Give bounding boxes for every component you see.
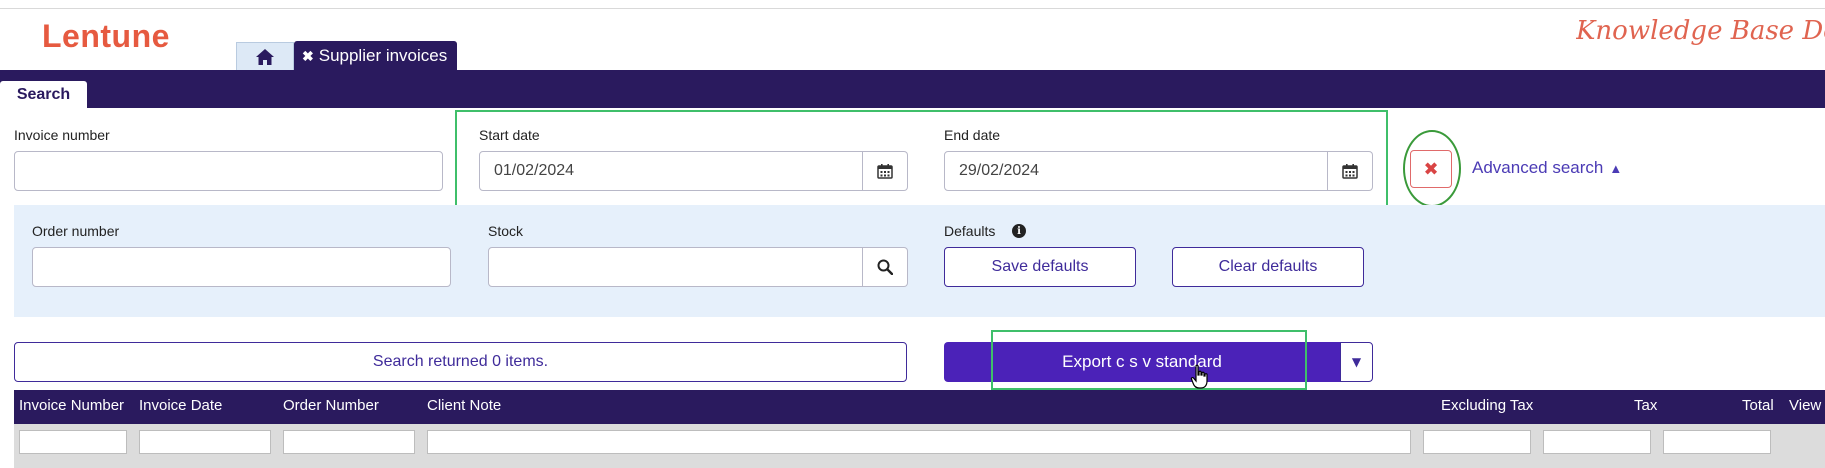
save-defaults-button[interactable]: Save defaults — [944, 247, 1136, 287]
filter-invoice-number[interactable] — [19, 430, 127, 454]
home-icon — [256, 48, 274, 65]
export-button-highlight — [991, 330, 1307, 390]
invoice-number-input[interactable] — [14, 151, 443, 191]
order-number-label: Order number — [32, 223, 120, 239]
stock-search-button[interactable] — [863, 247, 908, 287]
brand-tagline: Knowledge Base Demo — [1576, 16, 1825, 46]
hand-cursor-icon — [1190, 364, 1208, 389]
filter-tax[interactable] — [1543, 430, 1651, 454]
order-number-input[interactable] — [32, 247, 451, 287]
column-excluding-tax[interactable]: Excluding Tax — [1441, 397, 1533, 414]
filter-total[interactable] — [1663, 430, 1771, 454]
tab-search[interactable]: Search — [0, 81, 87, 108]
search-icon — [877, 259, 893, 275]
column-total[interactable]: Total — [1742, 397, 1774, 414]
close-icon[interactable]: ✖ — [302, 48, 314, 65]
column-tax[interactable]: Tax — [1634, 397, 1657, 414]
nav-bar — [0, 70, 1825, 108]
column-client-note[interactable]: Client Note — [427, 397, 501, 414]
clear-button-highlight — [1403, 130, 1461, 207]
advanced-search-toggle[interactable]: Advanced search ▲ — [1472, 158, 1622, 178]
stock-input[interactable] — [488, 247, 863, 287]
invoice-number-label: Invoice number — [14, 127, 110, 143]
column-view[interactable]: View — [1789, 397, 1821, 414]
tab-label: Supplier invoices — [318, 46, 448, 65]
caret-down-icon: ▼ — [1351, 355, 1362, 369]
column-invoice-number[interactable]: Invoice Number — [19, 397, 124, 414]
tab-supplier-invoices[interactable]: ✖ Supplier invoices — [294, 41, 457, 71]
column-order-number[interactable]: Order Number — [283, 397, 379, 414]
tab-home[interactable] — [236, 42, 294, 70]
date-range-highlight — [455, 110, 1388, 211]
app-logo: Lentune — [42, 18, 170, 54]
filter-excluding-tax[interactable] — [1423, 430, 1531, 454]
top-divider — [0, 8, 1825, 9]
stock-label: Stock — [488, 223, 524, 239]
info-icon[interactable]: i — [1012, 224, 1026, 238]
filter-client-note[interactable] — [427, 430, 1411, 454]
filter-invoice-date[interactable] — [139, 430, 271, 454]
advanced-search-label: Advanced search — [1472, 158, 1604, 177]
clear-defaults-button[interactable]: Clear defaults — [1172, 247, 1364, 287]
export-dropdown-toggle[interactable]: ▼ — [1340, 342, 1373, 382]
filter-order-number[interactable] — [283, 430, 415, 454]
defaults-label: Defaults — [944, 223, 996, 239]
search-result-status: Search returned 0 items. — [14, 342, 907, 382]
chevron-up-icon: ▲ — [1609, 160, 1623, 176]
column-invoice-date[interactable]: Invoice Date — [139, 397, 222, 414]
